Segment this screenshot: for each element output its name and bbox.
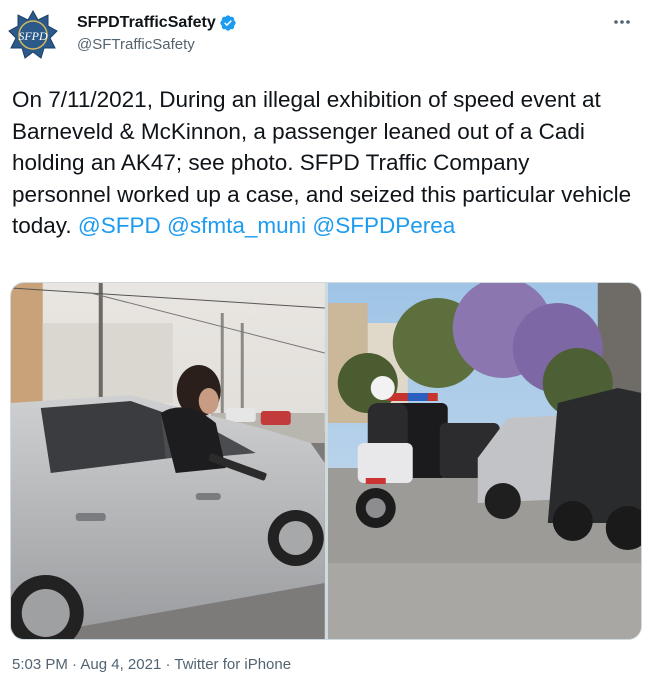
sfpd-star-badge-icon: SFPD bbox=[8, 9, 58, 59]
tweet-card: SFPD SFPDTrafficSafety @SFTrafficSafety … bbox=[0, 0, 650, 682]
more-options-icon bbox=[614, 20, 630, 24]
author-names: SFPDTrafficSafety @SFTrafficSafety bbox=[77, 13, 237, 53]
tweet-meta: 5:03 PM · Aug 4, 2021 · Twitter for iPho… bbox=[12, 656, 291, 673]
more-options-button[interactable] bbox=[610, 12, 634, 32]
mention-sfmta-muni[interactable]: @sfmta_muni bbox=[167, 213, 306, 238]
tweet-media bbox=[10, 282, 642, 640]
meta-separator: · bbox=[67, 656, 81, 673]
author-handle[interactable]: @SFTrafficSafety bbox=[77, 36, 237, 53]
tweet-source[interactable]: Twitter for iPhone bbox=[174, 656, 291, 673]
tweet-text: On 7/11/2021, During an illegal exhibiti… bbox=[12, 84, 632, 242]
meta-separator: · bbox=[161, 656, 175, 673]
tweet-date[interactable]: Aug 4, 2021 bbox=[80, 656, 161, 673]
display-name[interactable]: SFPDTrafficSafety bbox=[77, 14, 216, 32]
tweet-time[interactable]: 5:03 PM bbox=[12, 656, 68, 673]
mention-sfpd-perea[interactable]: @SFPDPerea bbox=[312, 213, 455, 238]
verified-badge-icon bbox=[220, 15, 236, 31]
avatar-text: SFPD bbox=[18, 29, 48, 43]
avatar[interactable]: SFPD bbox=[8, 9, 58, 60]
mention-sfpd[interactable]: @SFPD bbox=[78, 213, 161, 238]
photo-cadillac-passenger[interactable] bbox=[11, 283, 325, 639]
photo-police-seizure[interactable] bbox=[327, 283, 641, 639]
